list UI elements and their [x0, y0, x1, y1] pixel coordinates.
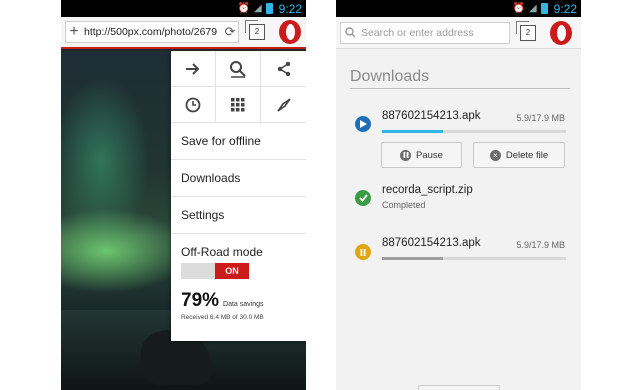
opera-menu-icon[interactable]	[550, 20, 572, 45]
search-field[interactable]: Search or enter address	[340, 21, 510, 44]
progress-fill	[382, 130, 443, 133]
browser-menu-screen: ⏰ ◢ 9:22 + http://500px.com/photo/2679 ⟳…	[61, 0, 306, 390]
discover-compass-icon[interactable]	[261, 87, 306, 123]
find-in-page-icon[interactable]	[216, 51, 261, 87]
offroad-title: Off-Road mode	[181, 245, 263, 259]
search-icon	[341, 27, 359, 38]
menu-item-save-offline[interactable]: Save for offline	[171, 123, 306, 160]
share-icon[interactable]	[261, 51, 306, 87]
download-filename: recorda_script.zip	[382, 184, 473, 196]
status-time: 9:22	[278, 1, 302, 16]
download-size: 5.9/17.9 MB	[516, 240, 565, 250]
delete-file-button[interactable]: × Delete file	[473, 142, 565, 168]
browser-toolbar: + http://500px.com/photo/2679 ⟳ 2	[61, 17, 306, 49]
menu-item-downloads[interactable]: Downloads	[171, 160, 306, 197]
menu-icon-grid	[171, 51, 306, 123]
progress-bar	[382, 130, 566, 133]
battery-icon	[540, 3, 548, 14]
pause-icon	[400, 149, 412, 161]
menu-item-settings[interactable]: Settings	[171, 197, 306, 234]
progress-bar	[382, 257, 566, 260]
savings-percent: 79%	[181, 290, 220, 311]
data-savings: 79% Data savings	[181, 290, 296, 312]
downloads-screen: ⏰ ◢ 9:22 Search or enter address 2 Downl…	[336, 0, 581, 390]
offroad-section: Off-Road mode ON 79% Data savings Receiv…	[171, 234, 306, 321]
savings-label: Data savings	[223, 301, 264, 308]
alarm-icon: ⏰	[512, 3, 525, 14]
checkmark-icon	[355, 190, 371, 206]
opera-menu-icon[interactable]	[279, 20, 301, 44]
download-filename: 887602154213.apk	[382, 237, 481, 249]
battery-icon	[265, 3, 273, 14]
history-icon[interactable]	[171, 87, 216, 123]
pause-label[interactable]: Pause	[416, 150, 443, 161]
close-icon: ×	[489, 149, 501, 161]
download-item[interactable]: recorda_script.zip Completed	[336, 184, 581, 224]
tabs-icon[interactable]: 2	[516, 20, 536, 41]
url-text[interactable]: http://500px.com/photo/2679	[82, 26, 222, 38]
delete-label[interactable]: Delete file	[506, 150, 548, 161]
offroad-toggle[interactable]: ON	[181, 263, 249, 279]
signal-icon: ◢	[528, 3, 537, 14]
browser-toolbar: Search or enter address 2	[336, 17, 581, 49]
forward-icon[interactable]	[171, 51, 216, 87]
reload-icon[interactable]: ⟳	[222, 24, 238, 40]
alarm-icon: ⏰	[237, 3, 250, 14]
page-title: Downloads	[350, 68, 430, 85]
speed-dial-icon[interactable]	[216, 87, 261, 123]
search-placeholder[interactable]: Search or enter address	[359, 27, 509, 39]
address-bar[interactable]: + http://500px.com/photo/2679 ⟳	[65, 21, 239, 43]
bottom-button[interactable]	[418, 385, 500, 390]
status-time: 9:22	[553, 1, 577, 16]
pause-button[interactable]: Pause	[381, 142, 462, 168]
status-bar: ⏰ ◢ 9:22	[61, 0, 306, 17]
pause-icon[interactable]	[355, 244, 371, 260]
status-bar: ⏰ ◢ 9:22	[336, 0, 581, 17]
received-text: Received 6.4 MB of 30.0 MB	[181, 314, 264, 321]
opera-menu: Save for offline Downloads Settings Off-…	[171, 51, 306, 341]
download-size: 5.9/17.9 MB	[516, 113, 565, 123]
tabs-icon[interactable]: 2	[245, 20, 265, 40]
heading-divider	[350, 88, 570, 89]
toggle-off-track[interactable]	[181, 263, 215, 279]
signal-icon: ◢	[253, 3, 262, 14]
download-filename: 887602154213.apk	[382, 110, 481, 122]
progress-fill	[382, 257, 443, 260]
toggle-on-label[interactable]: ON	[215, 263, 249, 279]
download-status: Completed	[382, 200, 426, 210]
download-item[interactable]: 887602154213.apk 5.9/17.9 MB	[336, 236, 581, 276]
plus-icon[interactable]: +	[66, 22, 82, 42]
play-icon[interactable]	[355, 116, 371, 132]
